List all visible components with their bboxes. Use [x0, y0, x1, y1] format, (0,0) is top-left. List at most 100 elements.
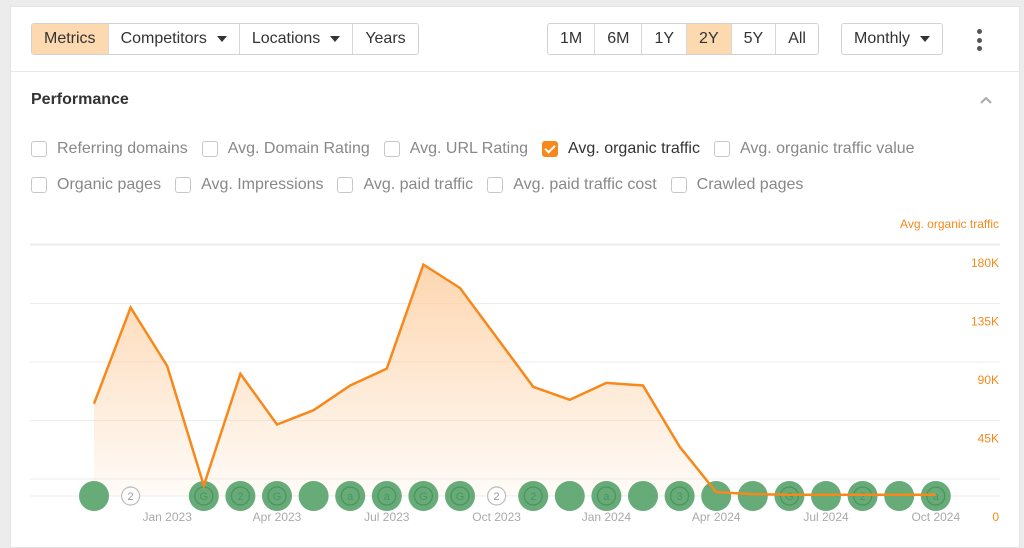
annotation-glyph: a	[384, 491, 391, 503]
tab-locations[interactable]: Locations	[239, 24, 354, 54]
range-label: 2Y	[699, 30, 719, 47]
metric-label: Avg. paid traffic	[363, 176, 474, 193]
metric-crawled-pages[interactable]: Crawled pages	[670, 176, 804, 194]
annotation-marker[interactable]: G	[188, 481, 219, 511]
range-2y[interactable]: 2Y	[687, 24, 732, 54]
performance-card: Metrics Competitors Locations Years 1M 6…	[10, 6, 1020, 548]
range-label: 1M	[560, 30, 583, 47]
annotation-marker[interactable]	[737, 481, 768, 511]
range-selector: 1M 6M 1Y 2Y 5Y All	[547, 23, 819, 55]
range-label: 1Y	[654, 30, 675, 47]
annotation-marker[interactable]	[701, 481, 732, 511]
annotation-marker[interactable]: a	[335, 481, 366, 511]
view-tabs: Metrics Competitors Locations Years	[31, 23, 419, 55]
metric-avg-organic-traffic[interactable]: Avg. organic traffic	[542, 140, 700, 158]
checkbox[interactable]	[31, 177, 47, 193]
metric-label: Avg. paid traffic cost	[513, 176, 657, 193]
tab-metrics[interactable]: Metrics	[32, 24, 109, 54]
checkbox[interactable]	[337, 177, 354, 193]
annotation-glyph: G	[785, 491, 794, 503]
checkbox[interactable]	[487, 177, 504, 193]
caret-down-icon	[216, 36, 227, 42]
annotation-marker[interactable]: 2	[225, 481, 256, 511]
annotation-marker[interactable]: G	[774, 481, 805, 511]
metric-referring-domains[interactable]: Referring domains	[31, 140, 188, 158]
annotation-glyph: 3	[677, 491, 683, 503]
annotation-marker[interactable]: a	[920, 481, 951, 511]
annotation-glyph: 2	[530, 491, 536, 503]
checkbox[interactable]	[201, 141, 218, 157]
annotation-glyph: G	[456, 491, 465, 503]
range-5y[interactable]: 5Y	[731, 24, 777, 54]
annotation-marker[interactable]: 2	[121, 486, 141, 506]
interval-select[interactable]: Monthly	[842, 24, 943, 54]
annotation-glyph: G	[419, 491, 428, 503]
checkbox[interactable]	[175, 177, 192, 193]
annotation-glyph: G	[273, 491, 282, 503]
range-1m[interactable]: 1M	[548, 24, 596, 54]
metric-avg-domain-rating[interactable]: Avg. Domain Rating	[201, 140, 370, 158]
more-options-icon[interactable]	[971, 29, 987, 51]
annotation-marker[interactable]	[298, 481, 329, 511]
annotation-marker[interactable]: 2	[487, 486, 507, 506]
interval-dropdown[interactable]: Monthly	[841, 23, 944, 55]
chevron-up-icon[interactable]	[979, 93, 993, 107]
annotation-marker[interactable]: G	[445, 481, 475, 511]
tab-competitors[interactable]: Competitors	[108, 24, 240, 54]
metric-avg-url-rating[interactable]: Avg. URL Rating	[383, 140, 529, 158]
metric-label: Avg. Impressions	[201, 176, 324, 193]
tab-metrics-label: Metrics	[44, 30, 96, 47]
metric-label: Avg. organic traffic	[568, 140, 700, 157]
range-label: All	[788, 30, 806, 47]
annotation-marker[interactable]: G	[262, 481, 292, 511]
metric-avg-paid-traffic-cost[interactable]: Avg. paid traffic cost	[487, 176, 657, 194]
metrics-row-2: Organic pages Avg. Impressions Avg. paid…	[31, 176, 803, 194]
annotation-glyph: 2	[860, 491, 866, 503]
checkbox-checked[interactable]	[542, 141, 559, 157]
range-label: 6M	[607, 30, 630, 47]
tab-competitors-label: Competitors	[120, 30, 207, 47]
checkbox[interactable]	[670, 177, 687, 193]
tab-years[interactable]: Years	[353, 24, 418, 54]
annotation-marker[interactable]: a	[591, 481, 622, 511]
tab-years-label: Years	[365, 30, 406, 47]
annotation-marker[interactable]: 3	[664, 481, 695, 511]
annotation-glyph: 2	[494, 491, 500, 503]
metric-label: Avg. organic traffic value	[739, 140, 915, 157]
checkbox[interactable]	[713, 141, 730, 157]
annotation-marker[interactable]	[811, 481, 841, 511]
metric-label: Crawled pages	[696, 176, 804, 193]
metric-label: Avg. Domain Rating	[227, 140, 370, 157]
annotation-glyph: 2	[237, 491, 243, 503]
annotation-marker[interactable]	[554, 481, 585, 511]
metric-avg-impressions[interactable]: Avg. Impressions	[175, 176, 323, 194]
checkbox[interactable]	[31, 141, 47, 157]
annotation-marker[interactable]	[884, 481, 915, 511]
annotation-marker[interactable]: G	[408, 481, 439, 511]
interval-label: Monthly	[854, 30, 911, 47]
annotation-glyph: G	[200, 491, 209, 503]
range-1y[interactable]: 1Y	[642, 24, 688, 54]
annotation-marker[interactable]: a	[371, 481, 402, 511]
annotation-glyph: 2	[128, 491, 134, 503]
caret-down-icon	[330, 36, 341, 42]
annotation-marker[interactable]: 2	[518, 481, 549, 511]
metric-organic-pages[interactable]: Organic pages	[31, 176, 161, 194]
annotation-marker[interactable]	[79, 481, 109, 511]
metric-label: Avg. URL Rating	[409, 140, 529, 157]
range-6m[interactable]: 6M	[595, 24, 643, 54]
range-all[interactable]: All	[776, 24, 818, 54]
checkbox[interactable]	[383, 141, 400, 157]
section-title: Performance	[31, 91, 129, 108]
annotation-glyph: a	[347, 491, 354, 503]
metric-label: Referring domains	[57, 140, 188, 157]
metric-avg-paid-traffic[interactable]: Avg. paid traffic	[337, 176, 473, 194]
caret-down-icon	[920, 36, 931, 42]
annotation-marker[interactable]	[628, 481, 658, 511]
annotation-marker[interactable]: 2	[847, 481, 878, 511]
annotation-glyph: a	[933, 491, 940, 503]
tab-locations-label: Locations	[251, 30, 321, 47]
range-label: 5Y	[743, 30, 764, 47]
metrics-row-1: Referring domains Avg. Domain Rating Avg…	[31, 140, 915, 158]
metric-avg-organic-traffic-value[interactable]: Avg. organic traffic value	[713, 140, 915, 158]
